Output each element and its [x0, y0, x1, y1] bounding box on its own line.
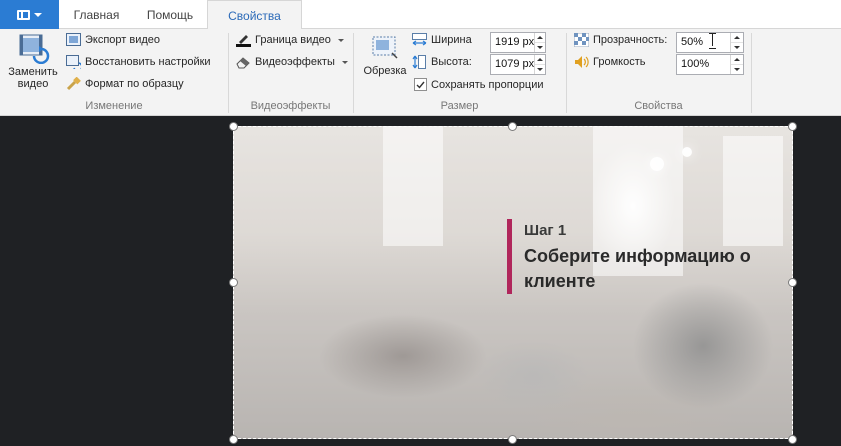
video-border-dropdown[interactable]: Граница видео [236, 33, 344, 47]
crop-icon [372, 36, 398, 59]
app-menu-button[interactable] [0, 0, 59, 29]
volume-label: Громкость [574, 55, 645, 69]
resize-handle-top-right[interactable] [788, 122, 797, 131]
ribbon-tab-bar: Главная Помощь Свойства [0, 0, 841, 30]
arrow-up-icon [734, 58, 740, 61]
resize-handle-bottom[interactable] [508, 435, 517, 444]
speaker-icon [575, 56, 589, 68]
text-cursor-icon [709, 33, 716, 49]
volume-input[interactable]: 100% [677, 55, 730, 74]
transparency-decrement-button[interactable] [731, 42, 743, 52]
height-increment-button[interactable] [535, 55, 545, 64]
volume-stepper[interactable]: 100% [676, 54, 744, 75]
chevron-down-icon [341, 60, 348, 64]
transparency-input[interactable]: 50% [677, 33, 730, 52]
arrow-up-icon [734, 36, 740, 39]
restore-icon [66, 55, 81, 69]
width-input[interactable]: 1919 px [491, 33, 534, 52]
group-label-size: Размер [440, 100, 479, 112]
crop-button[interactable]: Обрезка [360, 33, 410, 85]
arrow-down-icon [537, 68, 544, 71]
width-label: Ширина [412, 33, 472, 47]
volume-decrement-button[interactable] [731, 64, 743, 74]
restore-settings-button[interactable]: Восстановить настройки [66, 55, 211, 69]
width-decrement-button[interactable] [535, 42, 545, 52]
tab-help[interactable]: Помощь [133, 0, 207, 29]
resize-handle-bottom-left[interactable] [229, 435, 238, 444]
height-input[interactable]: 1079 px [491, 55, 534, 74]
replace-video-icon [19, 34, 50, 64]
transparency-checker-icon [574, 33, 589, 47]
group-label-effects: Видеоэффекты [250, 100, 331, 112]
height-stepper[interactable]: 1079 px [490, 54, 546, 75]
resize-handle-top[interactable] [508, 122, 517, 131]
tab-home[interactable]: Главная [60, 0, 133, 29]
volume-increment-button[interactable] [731, 55, 743, 64]
arrow-up-icon [537, 58, 544, 61]
video-effects-dropdown[interactable]: Видеоэффекты [236, 55, 348, 69]
video-canvas: Шаг 1 Соберите информацию о клиенте [0, 116, 841, 446]
resize-handle-left[interactable] [229, 278, 238, 287]
transparency-increment-button[interactable] [731, 33, 743, 42]
keep-ratio-checkbox[interactable]: Сохранять пропорции [414, 78, 544, 91]
group-label-change: Изменение [85, 100, 143, 112]
arrow-down-icon [734, 68, 740, 71]
height-arrows-icon [412, 55, 426, 69]
chevron-down-icon [34, 12, 42, 17]
export-video-button[interactable]: Экспорт видео [66, 33, 160, 47]
format-painter-button[interactable]: Формат по образцу [66, 77, 184, 91]
transparency-label: Прозрачность: [574, 33, 667, 47]
width-stepper[interactable]: 1919 px [490, 32, 546, 53]
film-strip-icon [17, 9, 30, 20]
group-label-properties: Свойства [634, 100, 683, 112]
group-divider [751, 33, 752, 113]
arrow-up-icon [537, 36, 544, 39]
video-frame[interactable]: Шаг 1 Соберите информацию о клиенте [233, 126, 793, 439]
replace-video-button[interactable]: Заменить видео [7, 32, 59, 96]
height-label: Высота: [412, 55, 472, 69]
checkmark-icon [416, 81, 425, 89]
resize-handle-right[interactable] [788, 278, 797, 287]
arrow-down-icon [734, 46, 740, 49]
width-arrows-icon [412, 33, 427, 46]
resize-handle-top-left[interactable] [229, 122, 238, 131]
width-increment-button[interactable] [535, 33, 545, 42]
height-decrement-button[interactable] [535, 64, 545, 74]
selection-border [233, 126, 793, 439]
resize-handle-bottom-right[interactable] [788, 435, 797, 444]
effects-eraser-icon [236, 57, 250, 69]
replace-video-label: Заменить видео [8, 66, 58, 90]
paintbrush-icon [66, 77, 81, 91]
tab-properties[interactable]: Свойства [207, 0, 302, 30]
checkbox-box[interactable] [414, 78, 427, 91]
border-pen-icon [236, 35, 251, 47]
export-video-icon [66, 33, 81, 46]
chevron-down-icon [337, 38, 344, 42]
arrow-down-icon [537, 46, 544, 49]
